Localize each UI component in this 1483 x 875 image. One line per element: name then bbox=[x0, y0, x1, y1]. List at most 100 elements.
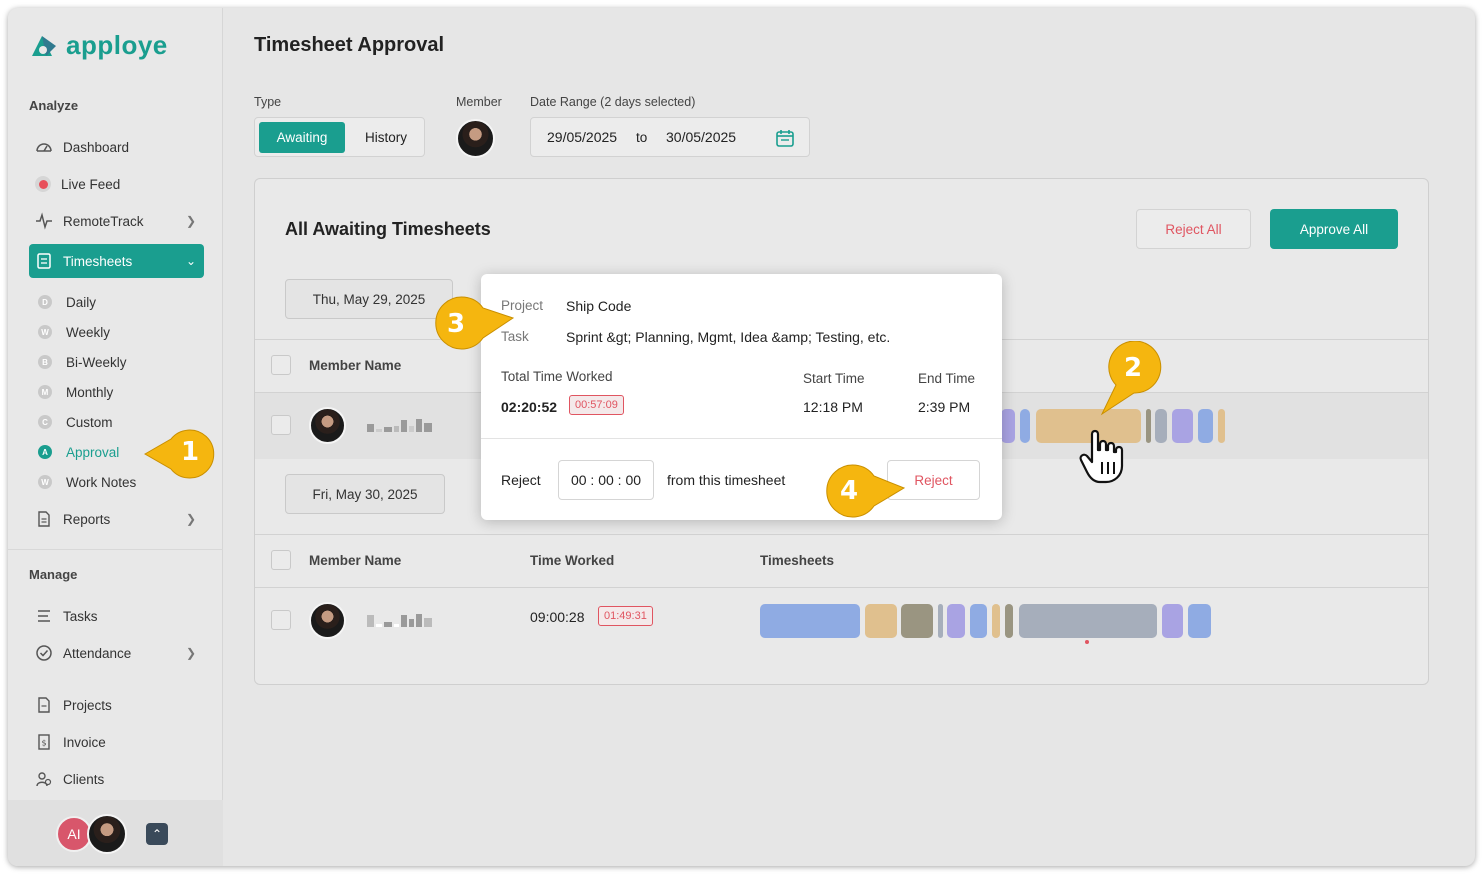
timesheet-segment[interactable] bbox=[938, 604, 943, 638]
apploye-logo-icon bbox=[32, 35, 56, 56]
chevron-down-icon: ⌄ bbox=[185, 254, 196, 268]
timesheet-segment[interactable] bbox=[1198, 409, 1213, 443]
sidebar-subitem-weekly[interactable]: W Weekly bbox=[38, 319, 110, 345]
row-checkbox[interactable] bbox=[271, 610, 291, 630]
sidebar-item-label: Projects bbox=[63, 697, 112, 713]
sidebar-item-remotetrack[interactable]: RemoteTrack ❯ bbox=[29, 204, 204, 238]
sidebar-item-invoice[interactable]: $ Invoice bbox=[29, 725, 204, 759]
timesheet-segment[interactable] bbox=[1020, 409, 1030, 443]
sidebar-subitem-daily[interactable]: D Daily bbox=[38, 289, 96, 315]
sidebar-item-label: Reports bbox=[63, 511, 111, 527]
awaiting-tab[interactable]: Awaiting bbox=[259, 122, 345, 153]
pulse-icon bbox=[36, 212, 52, 230]
sidebar-item-timesheets[interactable]: Timesheets ⌄ bbox=[29, 244, 204, 278]
member-avatar bbox=[309, 407, 346, 444]
subitem-label: Bi-Weekly bbox=[66, 354, 127, 370]
date-to: 30/05/2025 bbox=[666, 129, 737, 145]
member-select-avatar[interactable] bbox=[456, 119, 495, 158]
idle-time-badge: 00:57:09 bbox=[569, 395, 624, 415]
sidebar-subitem-monthly[interactable]: M Monthly bbox=[38, 379, 113, 405]
select-all-checkbox[interactable] bbox=[271, 355, 291, 375]
approval-letter-icon: A bbox=[38, 445, 52, 459]
sidebar-item-label: RemoteTrack bbox=[63, 213, 144, 229]
type-toggle: Awaiting History bbox=[254, 117, 425, 157]
marker-dot bbox=[1085, 640, 1089, 644]
reject-all-button[interactable]: Reject All bbox=[1136, 209, 1251, 249]
member-name-column-header: Member Name bbox=[309, 553, 402, 568]
timesheet-segment[interactable] bbox=[1188, 604, 1211, 638]
reject-time-input[interactable]: 00 : 00 : 00 bbox=[558, 460, 654, 500]
report-icon bbox=[38, 511, 50, 527]
sidebar-item-label: Attendance bbox=[63, 645, 132, 661]
timesheet-segment[interactable] bbox=[1172, 409, 1193, 443]
callout-marker-icon bbox=[826, 464, 906, 518]
timesheet-segment[interactable] bbox=[760, 604, 860, 638]
timesheet-segment[interactable] bbox=[1005, 604, 1013, 638]
timesheet-segment[interactable] bbox=[970, 604, 987, 638]
app-logo[interactable]: apploye bbox=[28, 30, 168, 61]
date-to-word: to bbox=[636, 129, 648, 145]
custom-letter-icon: C bbox=[38, 415, 52, 429]
sidebar-item-label: Invoice bbox=[63, 734, 106, 750]
subitem-label: Weekly bbox=[66, 324, 111, 340]
member-label: Member bbox=[456, 95, 502, 109]
approve-all-button[interactable]: Approve All bbox=[1270, 209, 1398, 249]
timesheet-segment[interactable] bbox=[901, 604, 933, 638]
sidebar-item-attendance[interactable]: Attendance ❯ bbox=[29, 636, 204, 670]
popup-divider bbox=[481, 438, 1002, 439]
select-all-checkbox[interactable] bbox=[271, 550, 291, 570]
sidebar-item-projects[interactable]: Projects bbox=[29, 688, 204, 722]
clients-icon bbox=[36, 772, 52, 787]
chevron-right-icon: ❯ bbox=[185, 512, 196, 526]
member-name-column-header: Member Name bbox=[309, 358, 402, 373]
member-name-redacted bbox=[367, 418, 432, 432]
day-date-chip: Thu, May 29, 2025 bbox=[285, 279, 453, 319]
user-photo-avatar[interactable] bbox=[87, 814, 127, 854]
hand-pointer-cursor-icon bbox=[1079, 429, 1124, 484]
sidebar-divider bbox=[8, 549, 223, 550]
task-value: Sprint &gt; Planning, Mgmt, Idea &amp; T… bbox=[566, 329, 891, 345]
chevron-right-icon: ❯ bbox=[185, 646, 196, 660]
sidebar-subitem-bi-weekly[interactable]: B Bi-Weekly bbox=[38, 349, 127, 375]
subitem-label: Approval bbox=[66, 444, 120, 460]
type-label: Type bbox=[254, 95, 282, 109]
callout-marker-icon bbox=[435, 296, 515, 350]
day-date-chip: Fri, May 30, 2025 bbox=[285, 474, 445, 514]
svg-text:$: $ bbox=[41, 739, 46, 748]
timesheet-segment[interactable] bbox=[947, 604, 965, 638]
sidebar-item-tasks[interactable]: Tasks bbox=[29, 599, 204, 633]
time-worked-value: 09:00:28 bbox=[530, 609, 585, 625]
sidebar-subitem-approval[interactable]: A Approval bbox=[38, 439, 119, 465]
subitem-label: Custom bbox=[66, 414, 113, 430]
sidebar-subitem-work-notes[interactable]: W Work Notes bbox=[38, 469, 136, 495]
row-checkbox[interactable] bbox=[271, 415, 291, 435]
sidebar-subitem-custom[interactable]: C Custom bbox=[38, 409, 113, 435]
timesheet-segment[interactable] bbox=[1019, 604, 1157, 638]
dashboard-icon bbox=[36, 143, 52, 152]
reject-label: Reject bbox=[501, 472, 541, 488]
timesheet-segment[interactable] bbox=[1162, 604, 1183, 638]
sidebar-item-live-feed[interactable]: Live Feed bbox=[29, 167, 204, 201]
sidebar-item-clients[interactable]: Clients bbox=[29, 762, 204, 796]
app-name: apploye bbox=[66, 30, 168, 60]
calendar-icon[interactable] bbox=[775, 128, 795, 148]
sidebar-item-dashboard[interactable]: Dashboard bbox=[29, 130, 204, 164]
expand-up-button[interactable]: ⌃ bbox=[146, 823, 168, 845]
timesheet-segment[interactable] bbox=[1218, 409, 1225, 443]
date-range-picker[interactable]: 29/05/2025 to 30/05/2025 bbox=[530, 117, 810, 157]
sidebar-item-label: Dashboard bbox=[63, 139, 130, 155]
sidebar-item-reports[interactable]: Reports ❯ bbox=[29, 502, 204, 536]
callout-1: 1 bbox=[143, 425, 223, 481]
timesheet-segment[interactable] bbox=[1001, 409, 1015, 443]
sidebar-item-label: Live Feed bbox=[61, 176, 121, 192]
callout-2: 2 bbox=[1098, 340, 1164, 416]
timesheet-segment[interactable] bbox=[992, 604, 1000, 638]
timesheet-details-popup: Project Ship Code Task Sprint &gt; Plann… bbox=[481, 274, 1002, 520]
invoice-icon: $ bbox=[38, 734, 50, 750]
end-time-value: 2:39 PM bbox=[918, 399, 971, 415]
bi-weekly-letter-icon: B bbox=[38, 355, 52, 369]
timesheet-segment[interactable] bbox=[865, 604, 897, 638]
subitem-label: Daily bbox=[66, 294, 97, 310]
history-tab[interactable]: History bbox=[349, 122, 423, 153]
member-name-redacted bbox=[367, 613, 432, 627]
